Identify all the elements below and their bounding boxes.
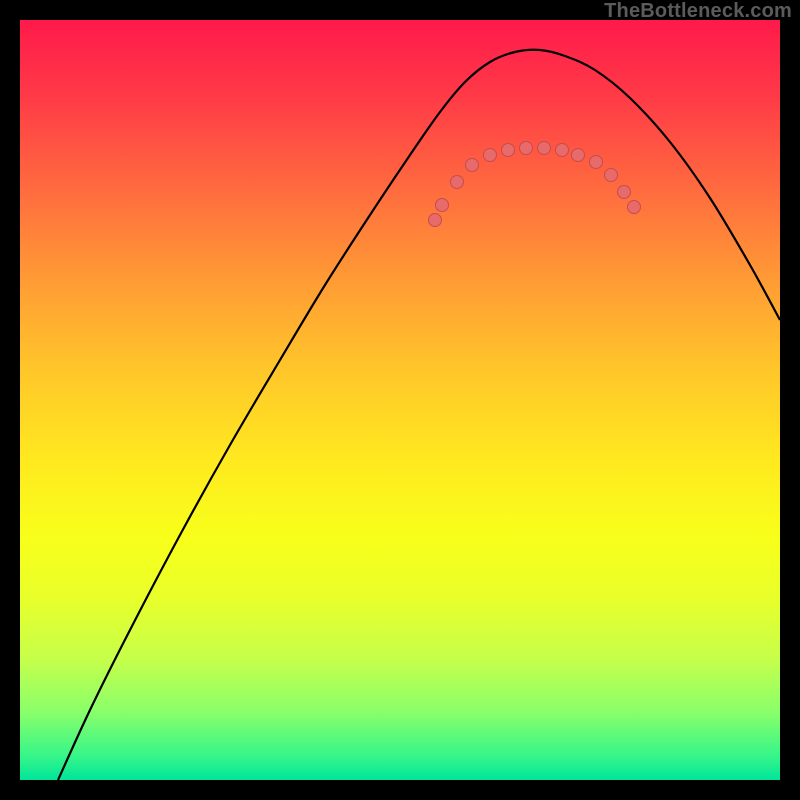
highlight-dots — [429, 142, 641, 227]
highlight-dot — [520, 142, 533, 155]
highlight-dot — [628, 201, 641, 214]
highlight-dot — [484, 149, 497, 162]
highlight-dot — [618, 186, 631, 199]
highlight-dot — [451, 176, 464, 189]
highlight-dot — [605, 169, 618, 182]
watermark-text: TheBottleneck.com — [604, 0, 792, 23]
highlight-dot — [436, 199, 449, 212]
highlight-dot — [502, 144, 515, 157]
highlight-dot — [538, 142, 551, 155]
highlight-dot — [572, 149, 585, 162]
chart-frame: TheBottleneck.com — [0, 0, 800, 800]
highlight-dot — [429, 214, 442, 227]
highlight-dot — [556, 144, 569, 157]
highlight-dot — [590, 156, 603, 169]
chart-svg — [20, 20, 780, 780]
highlight-dot — [466, 159, 479, 172]
bottleneck-curve — [58, 50, 780, 780]
